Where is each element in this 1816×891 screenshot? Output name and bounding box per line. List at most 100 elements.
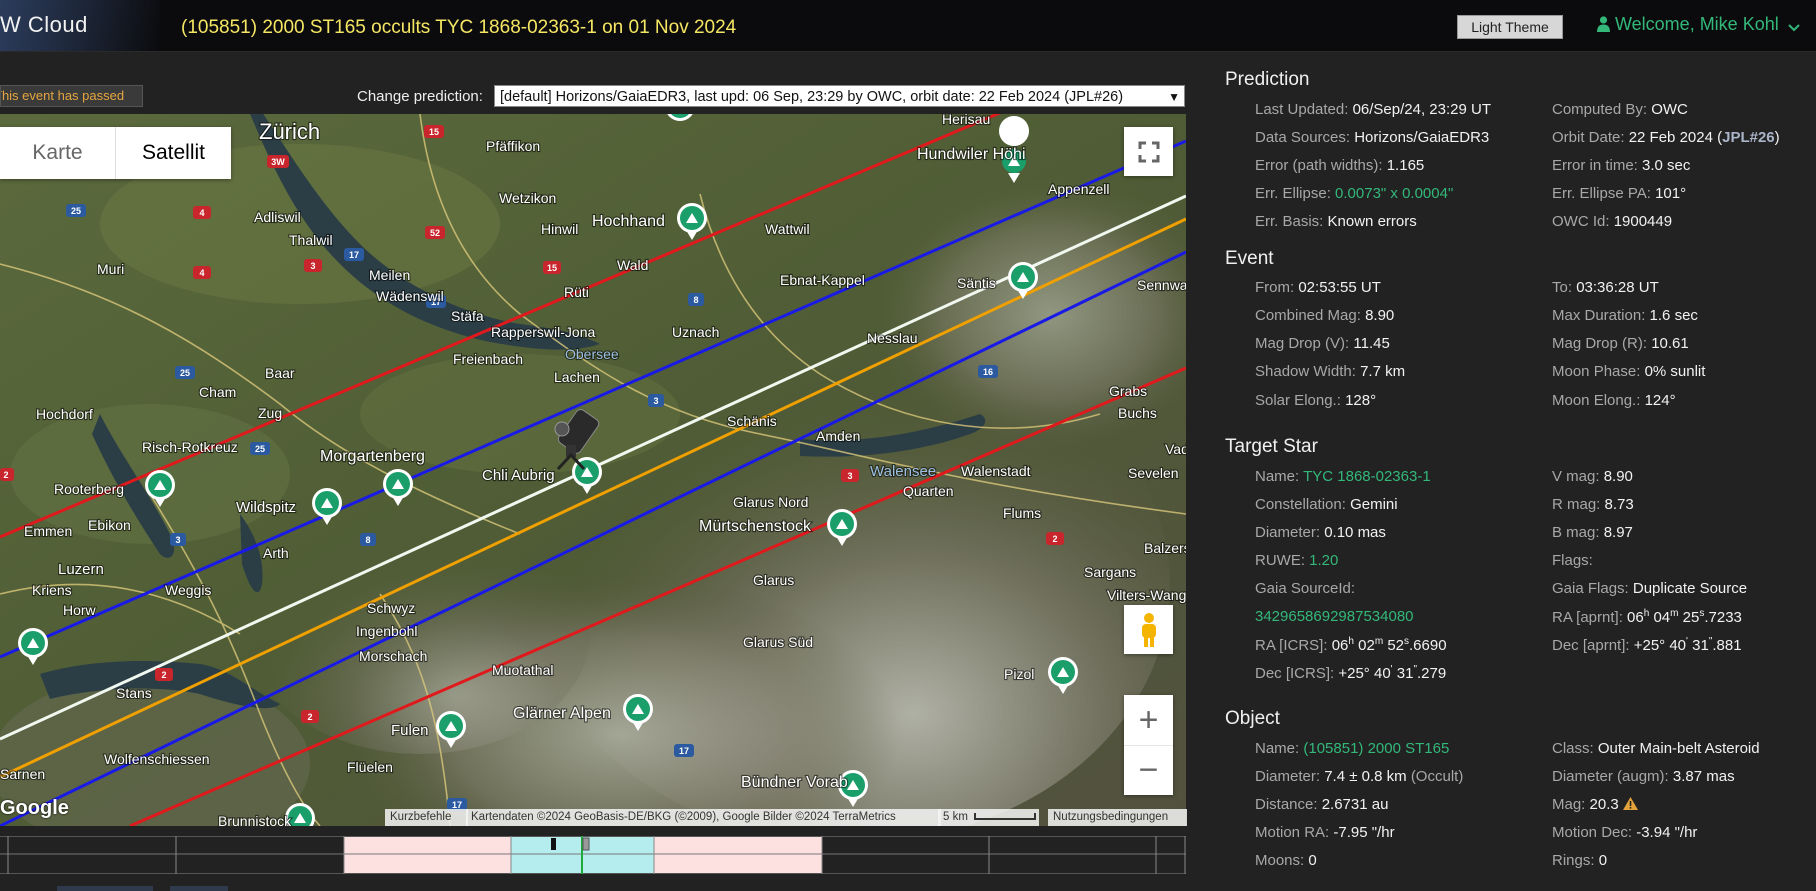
map-label: Hinwil — [541, 221, 578, 237]
keyboard-shortcuts-link[interactable]: Kurzbefehle — [385, 809, 468, 826]
prediction-last-updated: Last Updated: 06/Sep/24, 23:29 UT — [1255, 101, 1492, 118]
timeline-handle-end[interactable] — [582, 837, 590, 851]
road-shield: 3 — [310, 261, 315, 271]
map-label: Flüelen — [347, 759, 393, 775]
prediction-err-ellipse-pa: Err. Ellipse PA: 101° — [1552, 185, 1687, 202]
event-passed-notice: This event has passed — [0, 85, 143, 107]
event-max-duration: Max Duration: 1.6 sec — [1552, 307, 1698, 324]
event-mag-drop-r: Mag Drop (R): 10.61 — [1552, 335, 1689, 352]
google-logo: Google — [0, 797, 69, 819]
map-label: Wildspitz — [236, 499, 296, 516]
satellite-map-canvas[interactable]: 15 3W 25 4 52 3 17 4 15 17 8 25 3 16 2 5 … — [0, 114, 1186, 826]
map-label: Luzern — [58, 561, 104, 578]
star-diameter: Diameter: 0.10 mas — [1255, 524, 1386, 541]
map-label: Säntis — [957, 275, 996, 291]
road-shield: 17 — [349, 250, 359, 260]
map-label: Glarus — [753, 572, 794, 588]
warning-icon[interactable] — [1622, 797, 1638, 810]
map-label: Chli Aubrig — [482, 467, 555, 484]
prediction-owc-id: OWC Id: 1900449 — [1552, 213, 1673, 230]
map-label: Nesslau — [867, 330, 918, 346]
object-distance: Distance: 2.6731 au — [1255, 796, 1389, 813]
object-diameter-augm: Diameter (augm): 3.87 mas — [1552, 768, 1735, 785]
zoom-in-button[interactable]: + — [1124, 695, 1173, 746]
map-label: Wattwil — [765, 221, 810, 237]
map-label: Fulen — [391, 722, 429, 739]
map-label: Wald — [617, 257, 648, 273]
event-shadow-width: Shadow Width: 7.7 km — [1255, 363, 1406, 380]
road-shield: 3W — [271, 157, 285, 167]
event-timeline[interactable] — [0, 836, 1186, 874]
user-menu[interactable]: Welcome, Mike Kohl — [1597, 14, 1805, 35]
event-moon-phase: Moon Phase: 0% sunlit — [1552, 363, 1706, 380]
fullscreen-button[interactable] — [1124, 127, 1173, 176]
road-shield: 8 — [693, 295, 698, 305]
map-label: Rüti — [564, 284, 589, 300]
map-label: Rapperswil-Jona — [491, 324, 595, 340]
map-label: Bündner Vorab — [741, 774, 848, 791]
map-label: Sargans — [1084, 564, 1136, 580]
occultation-map[interactable]: 15 3W 25 4 52 3 17 4 15 17 8 25 3 16 2 5 … — [0, 114, 1186, 826]
star-gaia-flags: Gaia Flags: Duplicate Source — [1552, 580, 1748, 597]
map-label: Hundwiler Höhi — [917, 146, 1026, 163]
object-name: Name: (105851) 2000 ST165 — [1255, 740, 1450, 757]
prediction-select[interactable]: [default] Horizons/GaiaEDR3, last upd: 0… — [494, 85, 1185, 107]
map-label: Morschach — [359, 648, 427, 664]
road-shield: 15 — [429, 127, 439, 137]
event-mag-drop-v: Mag Drop (V): 11.45 — [1255, 335, 1390, 352]
event-combined-mag: Combined Mag: 8.90 — [1255, 307, 1395, 324]
star-name-link[interactable]: TYC 1868-02363-1 — [1303, 468, 1431, 485]
zoom-out-button[interactable]: − — [1124, 746, 1173, 795]
map-label: Emmen — [24, 523, 72, 539]
map-label: Stäfa — [451, 308, 484, 324]
jpl-link[interactable]: JPL#26 — [1722, 129, 1775, 146]
timeline-window-after — [654, 836, 822, 874]
star-dec-aprnt: Dec [aprnt]: +25° 40' 31".881 — [1552, 636, 1742, 654]
event-section-title: Event — [1225, 248, 1274, 269]
map-label: Schänis — [727, 413, 777, 429]
map-label: Horw — [63, 602, 97, 618]
map-label: Schwyz — [367, 600, 415, 616]
road-shield: 2 — [307, 712, 312, 722]
target-star-section-title: Target Star — [1225, 436, 1318, 457]
prediction-err-ellipse: Err. Ellipse: 0.0073" x 0.0004" — [1255, 185, 1454, 202]
brand-logo[interactable]: W Cloud — [0, 0, 160, 51]
map-label: Risch-Rotkreuz — [142, 439, 238, 455]
prediction-error-time: Error in time: 3.0 sec — [1552, 157, 1691, 174]
star-ruwe: RUWE: 1.20 — [1255, 552, 1339, 569]
timeline-handle-start[interactable] — [551, 838, 556, 850]
chevron-down-icon — [1788, 24, 1800, 32]
prediction-err-basis: Err. Basis: Known errors — [1255, 213, 1417, 230]
terms-of-use-link[interactable]: Nutzungsbedingungen — [1048, 809, 1187, 826]
prediction-section-title: Prediction — [1225, 69, 1310, 90]
map-label: Quarten — [903, 483, 954, 499]
gaia-id-link[interactable]: 3429658692987534080 — [1255, 608, 1414, 625]
road-shield: 4 — [199, 268, 204, 278]
ruwe-link[interactable]: 1.20 — [1309, 552, 1338, 569]
object-motion-ra: Motion RA: -7.95 "/hr — [1255, 824, 1395, 841]
map-label: Walensee — [870, 463, 936, 480]
object-name-link[interactable]: (105851) 2000 ST165 — [1303, 740, 1449, 757]
star-flags: Flags: — [1552, 552, 1593, 569]
bottom-tab-stub[interactable] — [57, 886, 153, 891]
road-shield: 17 — [679, 746, 689, 756]
road-shield: 2 — [1052, 534, 1057, 544]
welcome-text: Welcome, Mike Kohl — [1615, 14, 1779, 34]
street-view-pegman-button[interactable] — [1124, 605, 1173, 654]
fullscreen-icon — [1138, 141, 1159, 162]
map-type-satellit-button[interactable]: Satellit — [115, 127, 231, 179]
light-theme-button[interactable]: Light Theme — [1457, 15, 1563, 39]
map-label: Cham — [199, 384, 236, 400]
map-type-karte-button[interactable]: Karte — [0, 127, 115, 179]
star-ra-aprnt: RA [aprnt]: 06h 04m 25s.7233 — [1552, 608, 1742, 626]
map-label: Stans — [116, 685, 152, 701]
map-label: Weggis — [165, 582, 211, 598]
map-label: Vilters-Wangs — [1107, 587, 1186, 603]
road-shield: 52 — [430, 228, 440, 238]
map-label: Brunnistock — [218, 813, 292, 826]
bottom-tab-stub[interactable] — [170, 886, 228, 891]
star-constellation: Constellation: Gemini — [1255, 496, 1398, 513]
err-ellipse-link[interactable]: 0.0073" x 0.0004" — [1335, 185, 1453, 202]
map-label: Amden — [816, 428, 860, 444]
map-label: Arth — [263, 545, 289, 561]
